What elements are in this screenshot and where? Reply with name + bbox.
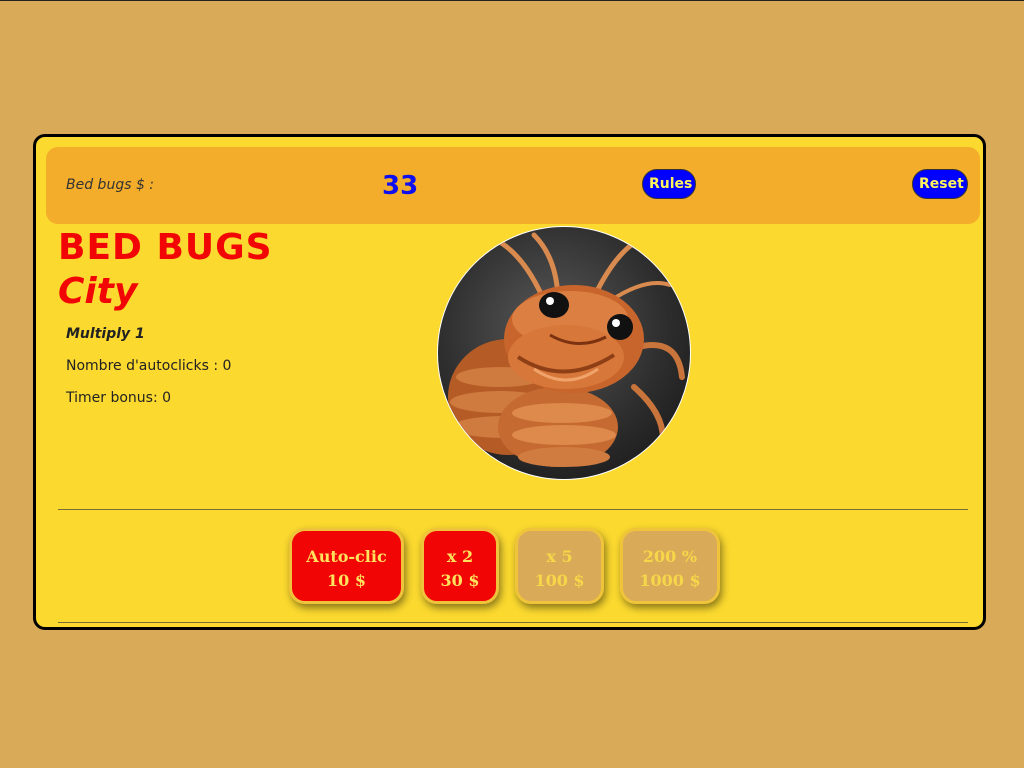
bed-bug-character-icon <box>448 232 685 467</box>
bonus-200-percent-label: 200 % <box>642 547 698 566</box>
currency-score: 33 <box>382 171 419 201</box>
multiplier-x2-label: x 2 <box>446 547 474 566</box>
bed-bug-click-target[interactable] <box>437 226 691 480</box>
game-title: BED BUGS <box>58 227 273 268</box>
top-border-line <box>0 0 1024 1</box>
bonus-200-percent-price: 1000 $ <box>639 571 701 590</box>
game-card: Bed bugs $ : 33 Rules Reset BED BUGS Cit… <box>33 134 986 630</box>
game-subtitle: City <box>58 271 138 312</box>
reset-button[interactable]: Reset <box>912 169 968 199</box>
multiplier-x5-button[interactable]: x 5 100 $ <box>515 528 604 604</box>
divider-bottom <box>58 622 968 623</box>
header-bar: Bed bugs $ : 33 Rules Reset <box>46 147 980 224</box>
autoclicks-stat: Nombre d'autoclicks : 0 <box>66 358 232 374</box>
multiplier-x5-label: x 5 <box>546 547 573 566</box>
auto-clic-label: Auto-clic <box>306 547 387 566</box>
timer-bonus-stat: Timer bonus: 0 <box>66 390 172 406</box>
multiplier-x2-price: 30 $ <box>440 571 480 590</box>
bonus-200-percent-button[interactable]: 200 % 1000 $ <box>620 528 720 604</box>
divider-top <box>58 509 968 510</box>
multiplier-x2-button[interactable]: x 2 30 $ <box>421 528 499 604</box>
auto-clic-button[interactable]: Auto-clic 10 $ <box>289 528 404 604</box>
auto-clic-price: 10 $ <box>327 571 366 590</box>
rules-button[interactable]: Rules <box>642 169 696 199</box>
currency-label: Bed bugs $ : <box>66 177 155 193</box>
multiplier-x5-price: 100 $ <box>534 571 585 590</box>
multiply-stat: Multiply 1 <box>66 326 145 342</box>
